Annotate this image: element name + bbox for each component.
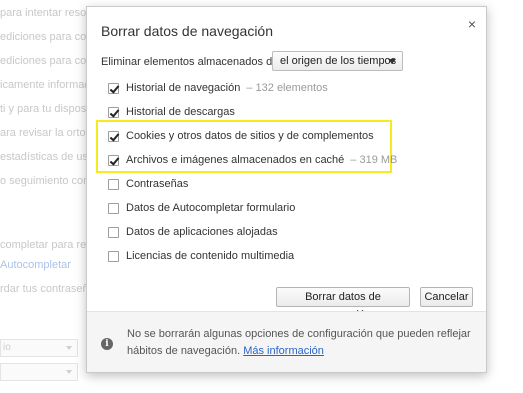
bg-select: io xyxy=(0,339,78,357)
bg-setting-text: icamente información xyxy=(0,79,90,91)
option-cached-files[interactable]: Archivos e imágenes almacenados en caché… xyxy=(108,153,397,167)
bg-setting-text: rdar tus contraseñas xyxy=(0,283,90,295)
bg-setting-text: completar para rellenar xyxy=(0,239,90,251)
dialog-footer: i No se borrarán algunas opciones de con… xyxy=(87,311,486,372)
media-licenses-checkbox[interactable] xyxy=(108,250,119,262)
chevron-down-icon xyxy=(66,346,72,350)
option-label: Cookies y otros datos de sitios y de com… xyxy=(126,130,374,142)
bg-setting-text: para intentar resolver errores de navega… xyxy=(0,7,90,19)
option-label: Licencias de contenido multimedia xyxy=(126,250,295,262)
option-count: – 319 MB xyxy=(350,154,398,166)
bg-setting-text: ara revisar la ortografía xyxy=(0,127,90,139)
chevron-down-icon xyxy=(66,370,72,374)
option-label: Datos de aplicaciones alojadas xyxy=(126,226,278,238)
option-autofill[interactable]: Datos de Autocompletar formulario xyxy=(108,201,295,215)
option-label: Historial de navegación xyxy=(126,82,241,94)
option-cookies[interactable]: Cookies y otros datos de sitios y de com… xyxy=(108,129,374,143)
cookies-checkbox[interactable] xyxy=(108,130,119,142)
close-icon[interactable]: × xyxy=(468,17,476,31)
hosted-app-data-checkbox[interactable] xyxy=(108,226,119,238)
browsing-history-checkbox[interactable] xyxy=(108,82,119,94)
option-count: – 132 elementos xyxy=(246,82,328,94)
chevron-down-icon xyxy=(388,59,396,64)
info-icon: i xyxy=(101,338,113,350)
bg-setting-text: ediciones para completar búsquedas xyxy=(0,55,90,67)
more-info-link[interactable]: Más información xyxy=(243,345,324,357)
clear-browsing-data-button[interactable]: Borrar datos de navegación xyxy=(276,287,410,321)
option-hosted-app-data[interactable]: Datos de aplicaciones alojadas xyxy=(108,225,278,239)
bg-autocomplete-link: Autocompletar xyxy=(0,259,71,271)
dialog-title: Borrar datos de navegación xyxy=(101,23,273,39)
footer-message: No se borrarán algunas opciones de confi… xyxy=(127,326,477,360)
option-label: Contraseñas xyxy=(126,178,189,190)
option-browsing-history[interactable]: Historial de navegación – 132 elementos xyxy=(108,81,328,95)
bg-setting-text: estadísticas de uso e xyxy=(0,151,90,163)
option-label: Datos de Autocompletar formulario xyxy=(126,202,296,214)
option-media-licenses[interactable]: Licencias de contenido multimedia xyxy=(108,249,294,263)
passwords-checkbox[interactable] xyxy=(108,178,119,190)
cached-files-checkbox[interactable] xyxy=(108,154,119,166)
download-history-checkbox[interactable] xyxy=(108,106,119,118)
option-label: Archivos e imágenes almacenados en caché xyxy=(126,154,345,166)
autofill-checkbox[interactable] xyxy=(108,202,119,214)
time-range-select[interactable]: el origen de los tiempos xyxy=(272,51,403,71)
time-range-label: Eliminar elementos almacenados desde: xyxy=(101,56,300,68)
clear-browsing-data-dialog: Borrar datos de navegación × Eliminar el… xyxy=(86,6,487,373)
bg-select-value: io xyxy=(3,342,11,353)
cancel-button[interactable]: Cancelar xyxy=(420,287,473,307)
bg-select xyxy=(0,363,78,381)
option-passwords[interactable]: Contraseñas xyxy=(108,177,188,191)
time-range-value: el origen de los tiempos xyxy=(280,55,397,67)
bg-setting-text: ti y para tu dispositivo xyxy=(0,103,90,115)
option-download-history[interactable]: Historial de descargas xyxy=(108,105,235,119)
bg-setting-text: o seguimiento con tu xyxy=(0,175,90,187)
bg-setting-text: ediciones para completar xyxy=(0,31,90,43)
option-label: Historial de descargas xyxy=(126,106,235,118)
